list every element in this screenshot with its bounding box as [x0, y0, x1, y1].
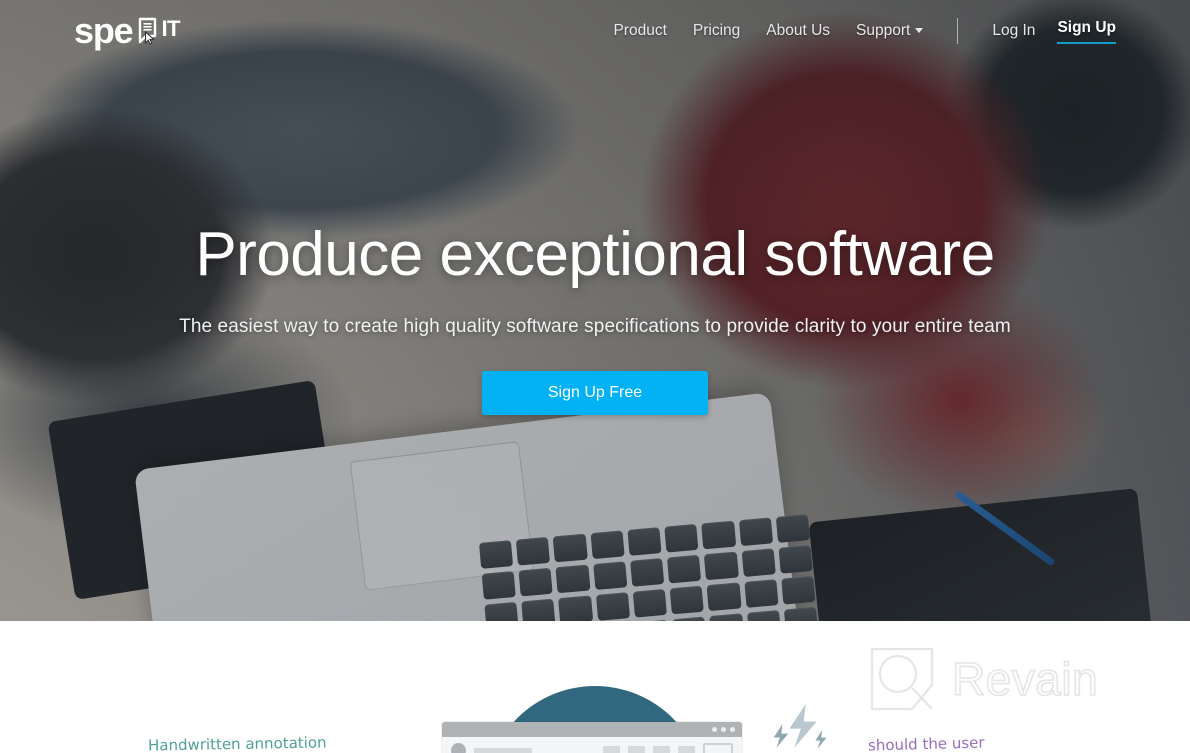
lightning-bolt-icon [770, 704, 830, 753]
nav-link-product[interactable]: Product [613, 22, 666, 40]
document-cursor-icon [130, 16, 160, 46]
browser-window-illustration [440, 686, 750, 753]
nav-link-support-label: Support [856, 22, 911, 39]
placeholder-chip [678, 746, 695, 753]
nav-links: Product Pricing About Us Support Log In … [613, 18, 1116, 44]
placeholder-chip [603, 746, 620, 753]
nav-link-about-us[interactable]: About Us [766, 22, 830, 40]
illustration-browser-titlebar [442, 722, 742, 737]
nav-link-pricing[interactable]: Pricing [693, 22, 740, 40]
chevron-down-icon [915, 28, 924, 34]
placeholder-outline-chip [703, 743, 733, 753]
placeholder-chip [653, 746, 670, 753]
illustration-browser-window [442, 722, 742, 753]
hero-subtitle: The easiest way to create high quality s… [179, 315, 1011, 337]
window-dot-icon [721, 727, 726, 732]
placeholder-line [474, 747, 532, 753]
hero-copy: Produce exceptional software The easiest… [0, 220, 1190, 415]
window-dot-icon [730, 727, 735, 732]
window-dot-icon [712, 727, 717, 732]
illustration-browser-body [442, 737, 742, 753]
landing-page: spe IT Product Pricing About Us Support … [0, 0, 1190, 753]
avatar [451, 743, 466, 753]
signup-free-button[interactable]: Sign Up Free [482, 370, 708, 415]
annotation-note-left: Handwritten annotation [147, 733, 327, 753]
brand-logo[interactable]: spe IT [74, 13, 180, 49]
login-link[interactable]: Log In [992, 22, 1035, 40]
nav-auth-group: Log In Sign Up [992, 19, 1116, 44]
hero-cta-wrap: Sign Up Free [0, 370, 1190, 415]
brand-logo-suffix: IT [161, 16, 180, 41]
nav-divider [957, 18, 959, 44]
annotation-note-right: should the user [867, 733, 985, 753]
hero-title: Produce exceptional software [195, 220, 995, 289]
nav-link-support[interactable]: Support [856, 22, 924, 40]
signup-link[interactable]: Sign Up [1057, 19, 1116, 44]
top-navigation-bar: spe IT Product Pricing About Us Support … [0, 0, 1190, 62]
brand-logo-text: spe [74, 10, 134, 51]
placeholder-chip [628, 746, 645, 753]
